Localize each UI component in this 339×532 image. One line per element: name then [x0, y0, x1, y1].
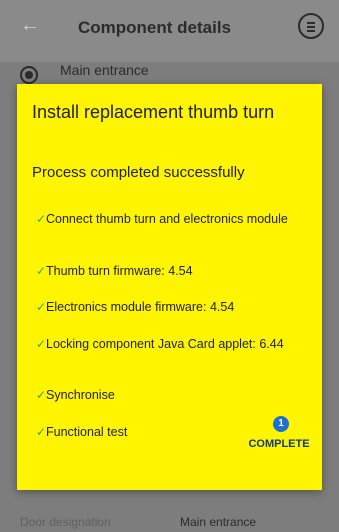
- radio-label: Main entrance: [60, 62, 149, 78]
- checkmark-icon: ✓: [36, 337, 47, 351]
- step-label: Connect thumb turn and electronics modul…: [46, 212, 288, 226]
- complete-button[interactable]: COMPLETE: [243, 435, 315, 453]
- step-label: Locking component Java Card applet: 6.44: [46, 337, 284, 351]
- step-label: Electronics module firmware: 4.54: [46, 300, 235, 314]
- app-bar: ← Component details: [0, 0, 339, 62]
- step-label: Functional test: [46, 425, 128, 439]
- checkmark-icon: ✓: [36, 388, 47, 402]
- notification-badge: 1: [273, 416, 289, 432]
- checkmark-icon: ✓: [36, 300, 47, 314]
- door-designation-value: Main entrance: [180, 515, 257, 529]
- checkmark-icon: ✓: [36, 264, 47, 278]
- completion-dialog: Install replacement thumb turn Process c…: [17, 84, 322, 490]
- checkmark-icon: ✓: [36, 212, 47, 226]
- radio-button[interactable]: [20, 66, 38, 84]
- step-label: Synchronise: [46, 388, 115, 402]
- step-item: ✓ Locking component Java Card applet: 6.…: [36, 337, 316, 352]
- checkmark-icon: ✓: [36, 425, 47, 439]
- step-item: ✓ Synchronise: [36, 388, 316, 403]
- step-item: ✓ Electronics module firmware: 4.54: [36, 300, 316, 315]
- page-title: Component details: [78, 18, 232, 37]
- step-label: Thumb turn firmware: 4.54: [46, 264, 193, 278]
- dialog-subtitle: Process completed successfully: [32, 164, 245, 181]
- door-designation-label: Door designation: [20, 515, 111, 529]
- door-designation-row: Door designation Main entrance: [0, 505, 339, 532]
- step-item: ✓ Connect thumb turn and electronics mod…: [36, 212, 316, 227]
- dialog-title: Install replacement thumb turn: [32, 102, 275, 122]
- step-item: ✓ Thumb turn firmware: 4.54: [36, 264, 316, 279]
- arrow-back-icon[interactable]: ←: [20, 14, 42, 36]
- list-menu-icon[interactable]: [298, 13, 324, 39]
